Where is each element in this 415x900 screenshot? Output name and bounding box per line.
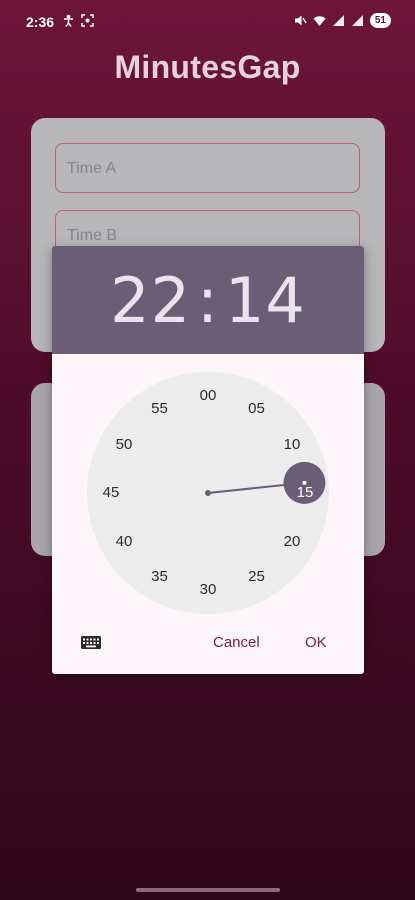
app-title: MinutesGap	[114, 49, 301, 85]
status-bar: 2:36 51	[0, 0, 415, 44]
time-separator: :	[197, 264, 219, 337]
time-picker-header: 22:14	[52, 246, 364, 354]
battery-indicator: 51	[369, 13, 391, 28]
clock-minute-40[interactable]: 40	[109, 532, 139, 552]
navigation-handle[interactable]	[136, 888, 280, 892]
clock-dial[interactable]: 00 05 10 15 20 25 30 35 40 45 50 55	[87, 372, 329, 614]
wifi-icon	[313, 16, 326, 26]
cancel-button[interactable]: Cancel	[213, 634, 260, 651]
clock-minute-30[interactable]: 30	[193, 580, 223, 600]
time-a-placeholder: Time A	[67, 160, 117, 177]
time-picker-dialog: 22:14 00 05 10 15 20 25 30 35 40 45 50 55 Cancel OK	[52, 246, 364, 674]
clock-minute-10[interactable]: 10	[277, 435, 307, 455]
clock-minute-00[interactable]: 00	[193, 386, 223, 406]
clock-center-dot	[205, 490, 211, 496]
clock-minute-05[interactable]: 05	[242, 399, 272, 419]
clock-minute-20[interactable]: 20	[277, 532, 307, 552]
status-time: 2:36	[26, 14, 55, 30]
hour-display[interactable]: 22	[110, 264, 191, 337]
keyboard-icon[interactable]	[80, 634, 102, 652]
clock-minute-35[interactable]: 35	[145, 567, 175, 587]
screenshot-icon	[81, 14, 94, 27]
signal-icon	[332, 15, 344, 26]
mute-icon	[294, 15, 307, 26]
clock-minute-45[interactable]: 45	[96, 483, 126, 503]
clock-minute-55[interactable]: 55	[145, 399, 175, 419]
minute-display[interactable]: 14	[225, 264, 306, 337]
time-a-field[interactable]: Time A	[55, 143, 360, 193]
status-right-icons: 51	[294, 13, 391, 28]
status-left-icons	[62, 14, 94, 27]
accessibility-icon	[64, 14, 73, 27]
selected-time-display: 22:14	[52, 264, 364, 337]
clock-minute-25[interactable]: 25	[242, 567, 272, 587]
signal-icon-2	[351, 15, 363, 26]
ok-button[interactable]: OK	[305, 634, 327, 651]
time-b-placeholder: Time B	[67, 227, 118, 244]
clock-minute-50[interactable]: 50	[109, 435, 139, 455]
clock-minute-15[interactable]: 15	[290, 483, 320, 503]
